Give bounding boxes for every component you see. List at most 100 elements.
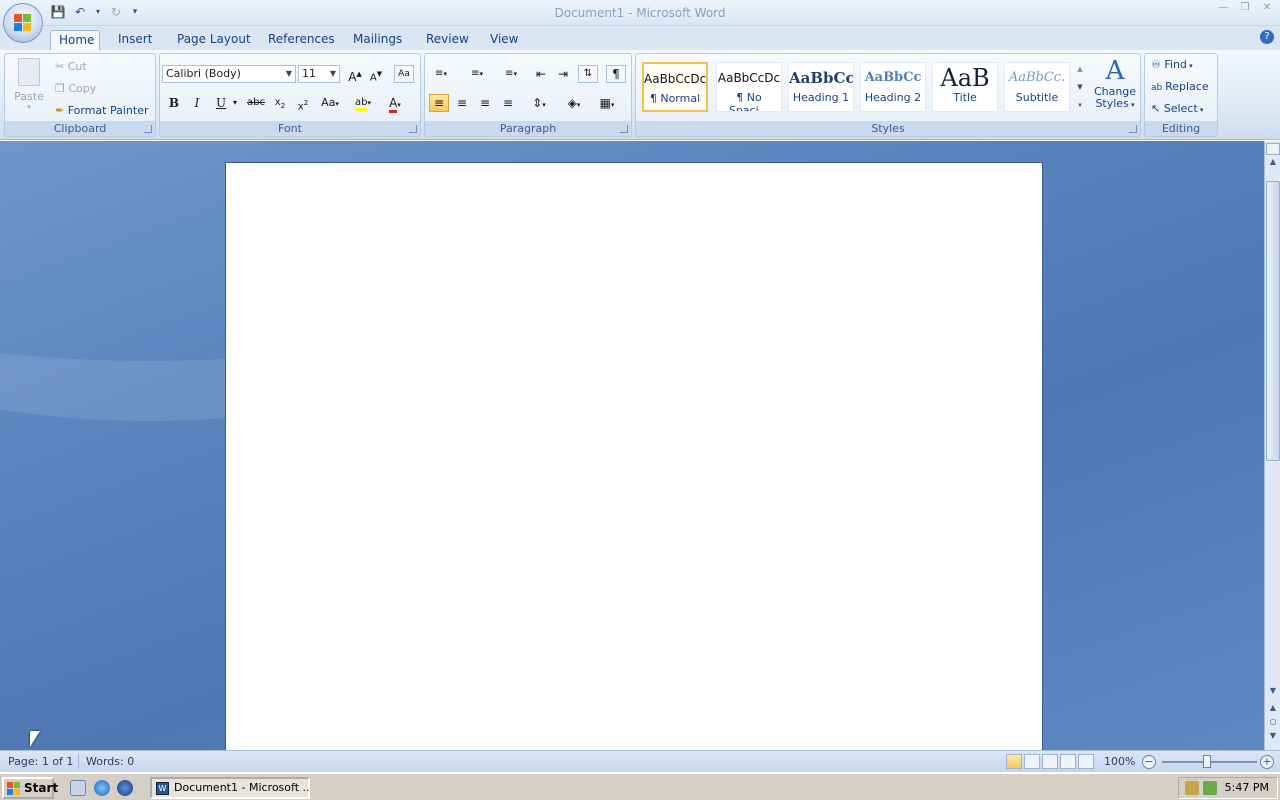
tab-home[interactable]: Home <box>50 30 100 50</box>
justify-icon[interactable]: ≡ <box>498 94 518 112</box>
previous-page-icon[interactable]: ▲ <box>1266 703 1280 715</box>
styles-more-icon[interactable]: ▾ <box>1074 96 1086 112</box>
tab-view[interactable]: View <box>482 30 526 50</box>
strikethrough-icon[interactable]: abc <box>246 94 266 112</box>
tray-network-icon[interactable] <box>1203 781 1217 795</box>
browse-object-icon[interactable]: ○ <box>1266 717 1280 729</box>
font-launcher-icon[interactable] <box>409 125 417 133</box>
sort-icon[interactable]: ⇅ <box>578 65 598 83</box>
align-center-icon[interactable]: ≡ <box>452 94 472 112</box>
style-heading-1[interactable]: AaBbCc Heading 1 <box>788 62 854 112</box>
clear-formatting-icon[interactable]: Aa <box>394 65 414 83</box>
grow-font-icon[interactable]: A▲ <box>345 65 365 84</box>
tab-references[interactable]: References <box>260 30 343 50</box>
cut-button[interactable]: ✂ Cut <box>55 60 87 73</box>
outline-view-icon[interactable] <box>1060 754 1076 769</box>
draft-view-icon[interactable] <box>1078 754 1094 769</box>
editing-group: ♾ Find ▾ ab Replace ↖ Select ▾ Editing <box>1144 53 1218 137</box>
ribbon: Paste ▾ ✂ Cut ❐ Copy ✒ Format Painter Cl… <box>0 50 1280 140</box>
office-button[interactable] <box>3 3 43 43</box>
help-icon[interactable]: ? <box>1260 30 1274 44</box>
bold-icon[interactable]: B <box>164 94 184 112</box>
numbering-icon[interactable]: ≡▾ <box>463 65 491 83</box>
highlight-icon[interactable]: ab▾ <box>350 94 376 112</box>
bullets-icon[interactable]: ≡▾ <box>427 65 455 83</box>
find-button[interactable]: ♾ Find ▾ <box>1151 58 1193 71</box>
browser-icon[interactable] <box>117 780 133 796</box>
styles-scroll-down-icon[interactable]: ▼ <box>1074 78 1086 94</box>
tab-insert[interactable]: Insert <box>110 30 160 50</box>
zoom-level[interactable]: 100% <box>1104 755 1135 768</box>
select-button[interactable]: ↖ Select ▾ <box>1151 102 1203 115</box>
restore-icon[interactable]: ❐ <box>1236 2 1254 16</box>
scroll-thumb[interactable] <box>1266 181 1280 461</box>
paragraph-launcher-icon[interactable] <box>620 125 628 133</box>
change-case-icon[interactable]: Aa▾ <box>317 94 343 112</box>
copy-button[interactable]: ❐ Copy <box>55 82 96 95</box>
underline-icon[interactable]: U <box>211 94 231 112</box>
internet-explorer-icon[interactable] <box>94 780 110 796</box>
borders-icon[interactable]: ▦▾ <box>593 94 621 112</box>
replace-icon: ab <box>1151 83 1166 93</box>
clipboard-launcher-icon[interactable] <box>144 125 152 133</box>
show-desktop-icon[interactable] <box>70 780 86 796</box>
styles-group: AaBbCcDc ¶ Normal AaBbCcDc ¶ No Spaci...… <box>635 53 1141 137</box>
minimize-icon[interactable]: — <box>1214 2 1232 16</box>
shrink-font-icon[interactable]: A▼ <box>366 65 386 83</box>
align-right-icon[interactable]: ≡ <box>475 94 495 112</box>
font-name-select[interactable]: Calibri (Body) ▼ <box>162 65 296 83</box>
scroll-up-icon[interactable]: ▲ <box>1266 157 1280 169</box>
paste-icon <box>18 58 40 86</box>
web-layout-view-icon[interactable] <box>1042 754 1058 769</box>
format-painter-button[interactable]: ✒ Format Painter <box>55 104 149 117</box>
tab-mailings[interactable]: Mailings <box>345 30 410 50</box>
zoom-slider-thumb[interactable] <box>1203 755 1211 768</box>
superscript-icon[interactable]: x2 <box>293 94 313 112</box>
tab-page-layout[interactable]: Page Layout <box>169 30 259 50</box>
decrease-indent-icon[interactable]: ⇤ <box>531 65 551 83</box>
full-screen-reading-view-icon[interactable] <box>1024 754 1040 769</box>
align-left-icon[interactable]: ≡ <box>429 94 449 112</box>
tray-app-icon[interactable] <box>1185 781 1199 795</box>
subscript-icon[interactable]: x2 <box>270 94 290 112</box>
clock[interactable]: 5:47 PM <box>1225 778 1269 798</box>
shading-icon[interactable]: ◈▾ <box>560 94 588 112</box>
word-count[interactable]: Words: 0 <box>86 755 134 768</box>
tab-review[interactable]: Review <box>418 30 477 50</box>
brush-icon: ✒ <box>55 104 68 117</box>
start-button[interactable]: Start <box>2 777 58 799</box>
font-color-icon[interactable]: A▾ <box>382 94 408 113</box>
vertical-scrollbar[interactable]: ▲ ▼ ▲ ○ ▼ <box>1264 141 1280 750</box>
page-count[interactable]: Page: 1 of 1 <box>8 755 73 768</box>
font-size-select[interactable]: 11 ▼ <box>298 65 340 83</box>
clipboard-group: Paste ▾ ✂ Cut ❐ Copy ✒ Format Painter Cl… <box>4 53 156 137</box>
italic-icon[interactable]: I <box>187 94 207 112</box>
increase-indent-icon[interactable]: ⇥ <box>553 65 573 83</box>
zoom-in-icon[interactable]: + <box>1260 755 1274 769</box>
underline-dropdown-icon[interactable]: ▾ <box>230 94 240 112</box>
scroll-down-icon[interactable]: ▼ <box>1266 686 1280 698</box>
zoom-out-icon[interactable]: − <box>1142 755 1156 769</box>
change-styles-button[interactable]: A Change Styles ▾ <box>1091 56 1139 111</box>
next-page-icon[interactable]: ▼ <box>1266 731 1280 743</box>
change-styles-icon: A <box>1105 56 1125 86</box>
style-subtitle[interactable]: AaBbCc. Subtitle <box>1004 62 1070 112</box>
style-title[interactable]: AaB Title <box>932 62 998 112</box>
view-ruler-icon[interactable] <box>1266 143 1280 155</box>
document-page[interactable] <box>225 162 1043 750</box>
styles-scroll-up-icon[interactable]: ▲ <box>1074 60 1086 76</box>
taskbar-item-word[interactable]: W Document1 - Microsoft ... <box>150 777 310 799</box>
chevron-down-icon: ▼ <box>329 69 336 78</box>
style-heading-2[interactable]: AaBbCc Heading 2 <box>860 62 926 112</box>
styles-launcher-icon[interactable] <box>1129 125 1137 133</box>
style-normal[interactable]: AaBbCcDc ¶ Normal <box>642 62 708 112</box>
multilevel-list-icon[interactable]: ≡▾ <box>497 65 525 83</box>
style-no-spacing[interactable]: AaBbCcDc ¶ No Spaci... <box>716 62 782 112</box>
show-formatting-icon[interactable]: ¶ <box>606 65 626 83</box>
replace-button[interactable]: ab Replace <box>1151 80 1209 93</box>
copy-icon: ❐ <box>55 82 69 95</box>
print-layout-view-icon[interactable] <box>1006 754 1022 769</box>
paste-button[interactable]: Paste ▾ <box>11 56 47 116</box>
line-spacing-icon[interactable]: ⇕▾ <box>525 94 553 112</box>
close-icon[interactable]: ✕ <box>1258 2 1276 16</box>
